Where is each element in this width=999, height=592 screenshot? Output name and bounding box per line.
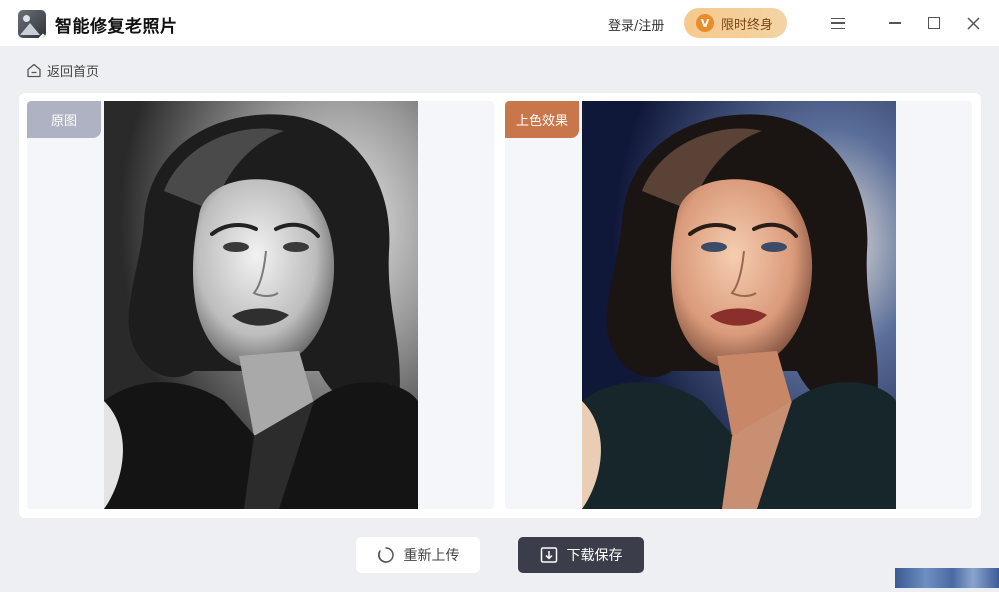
back-home-link[interactable]: 返回首页 [26, 61, 99, 80]
close-button[interactable] [962, 12, 984, 34]
minimize-icon [889, 22, 901, 24]
download-label: 下载保存 [566, 548, 623, 564]
refresh-icon [377, 546, 395, 564]
menu-button[interactable] [827, 12, 849, 34]
reupload-label: 重新上传 [403, 548, 460, 564]
download-button[interactable]: 下载保存 [518, 537, 644, 573]
vip-button[interactable]: V 限时终身 [684, 8, 787, 38]
original-pane: 原图 [27, 101, 494, 509]
original-tag: 原图 [27, 101, 101, 138]
maximize-button[interactable] [923, 12, 945, 34]
download-icon [540, 546, 558, 564]
colored-pane: 上色效果 [505, 101, 972, 509]
app-title: 智能修复老照片 [55, 17, 178, 37]
close-icon [966, 16, 980, 30]
diamond-icon: V [696, 14, 714, 32]
menu-icon [831, 17, 845, 29]
app-logo-icon [18, 10, 46, 38]
login-register-link[interactable]: 登录/注册 [608, 15, 664, 34]
colored-tag: 上色效果 [505, 101, 579, 138]
back-home-label: 返回首页 [47, 65, 100, 80]
colored-photo [582, 101, 896, 509]
vip-label: 限时终身 [721, 17, 774, 33]
original-photo [104, 101, 418, 509]
reupload-button[interactable]: 重新上传 [356, 537, 480, 573]
minimize-button[interactable] [884, 12, 906, 34]
maximize-icon [928, 17, 940, 29]
comparison-panel: 原图 上色效果 [19, 93, 981, 518]
title-bar: 智能修复老照片 登录/注册 V 限时终身 [0, 0, 999, 46]
taskbar-fragment [895, 568, 999, 588]
home-icon [27, 63, 41, 78]
